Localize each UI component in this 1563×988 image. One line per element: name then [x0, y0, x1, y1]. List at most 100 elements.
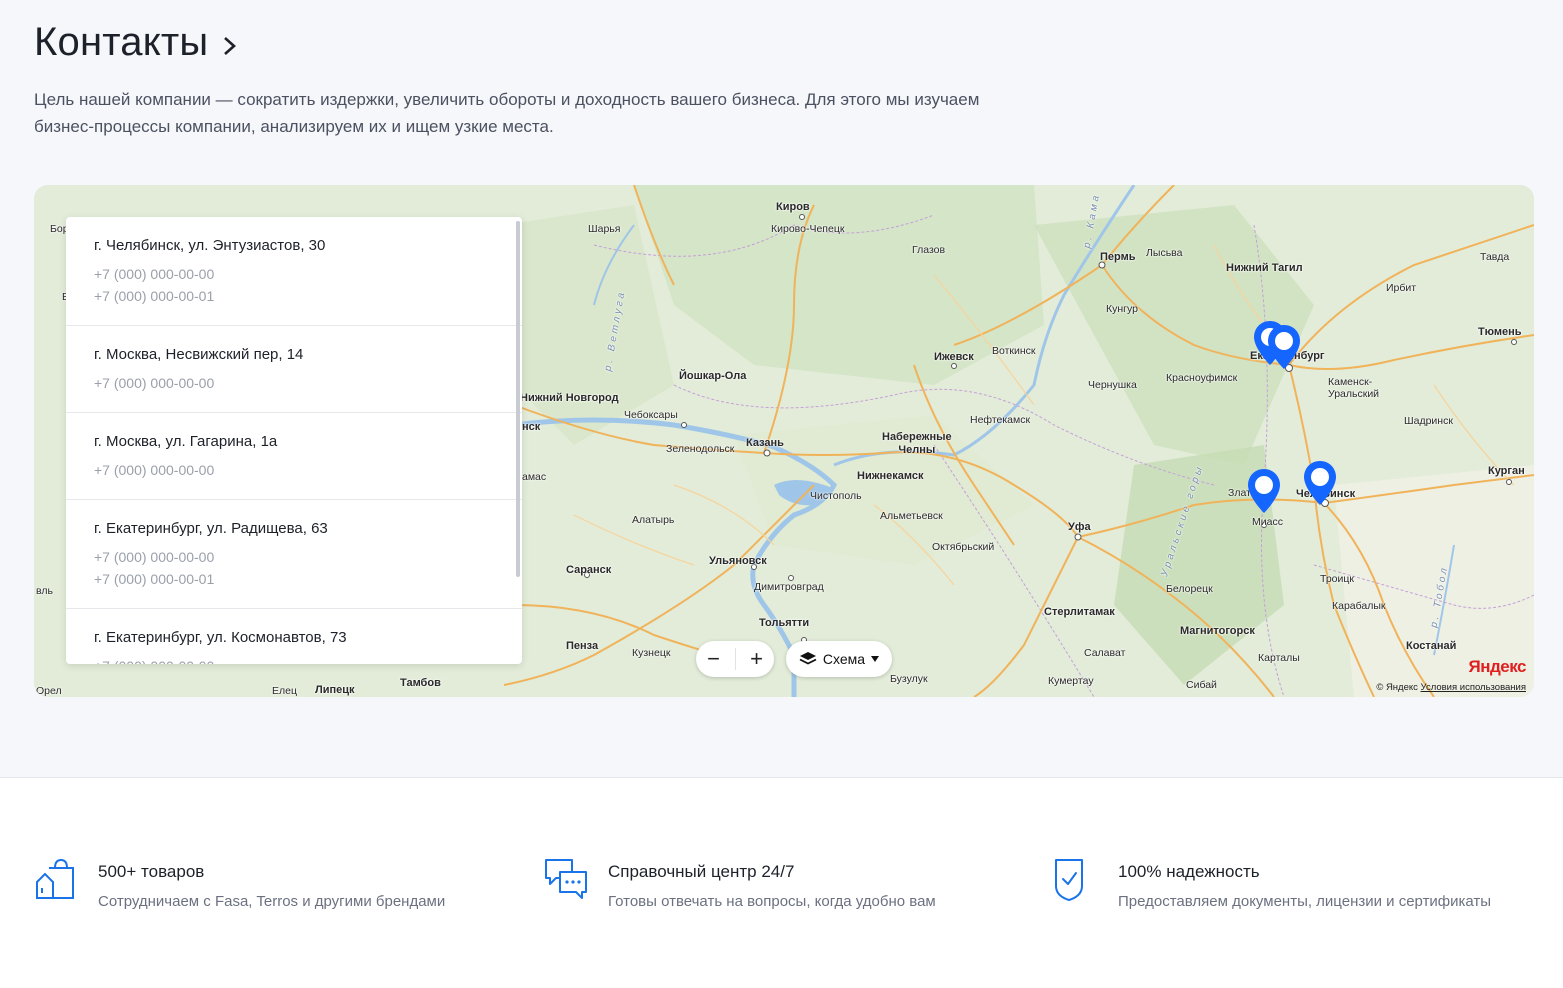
- office-phone[interactable]: +7 (000) 000-00-00: [94, 546, 494, 568]
- map-label-perm: Пермь: [1100, 251, 1136, 263]
- map-label-yoshkar-ola: Йошкар-Ола: [679, 370, 747, 382]
- map-label-chistopol: Чистополь: [810, 490, 862, 502]
- map-label-magnitogorsk: Магнитогорск: [1180, 625, 1255, 637]
- map-label-penza: Пенза: [566, 640, 599, 652]
- map-label-troitsk: Троицк: [1320, 573, 1354, 585]
- office-phone[interactable]: +7 (000) 000-00-00: [94, 372, 494, 394]
- office-item[interactable]: г. Челябинск, ул. Энтузиастов, 30 +7 (00…: [66, 217, 522, 326]
- map-label-elets: Елец: [272, 685, 297, 697]
- chevron-right-icon[interactable]: [222, 34, 238, 58]
- map-label-dimitrovgrad: Димитровград: [754, 581, 824, 593]
- map-label-lipetsk: Липецк: [315, 684, 355, 696]
- map-label-votkinsk: Воткинск: [992, 345, 1036, 357]
- map-label-kurgan: Курган: [1488, 465, 1525, 477]
- map-label-edge-or: Орел: [36, 685, 62, 697]
- map-label-oktyabrsky: Октябрьский: [932, 541, 995, 553]
- map-layer-label: Схема: [822, 651, 866, 667]
- chat-bubbles-icon: [545, 859, 587, 899]
- map-copyright: © Яндекс Условия использования: [1376, 682, 1526, 693]
- panel-scrollbar[interactable]: [516, 221, 520, 577]
- feature-reliability: 100% надежность Предоставляем документы,…: [1054, 858, 1491, 910]
- shield-check-icon: [1055, 859, 1083, 901]
- map-label-kungur: Кунгур: [1106, 303, 1138, 315]
- map-label-kirov: Киров: [776, 201, 810, 213]
- map-label-lysva: Лысьва: [1146, 247, 1183, 259]
- office-address: г. Екатеринбург, ул. Космонавтов, 73: [94, 629, 347, 646]
- office-phone[interactable]: +7 (000) 000-00-00: [94, 263, 494, 285]
- office-item[interactable]: г. Москва, ул. Гагарина, 1а +7 (000) 000…: [66, 413, 522, 500]
- map-pin-miass[interactable]: [1246, 467, 1282, 515]
- map-label-nizhnekamsk: Нижнекамск: [857, 470, 924, 482]
- layers-icon: [799, 652, 817, 665]
- map-label-tyumen: Тюмень: [1478, 326, 1522, 338]
- feature-desc: Предоставляем документы, лицензии и серт…: [1118, 893, 1492, 910]
- office-item[interactable]: г. Екатеринбург, ул. Радищева, 63 +7 (00…: [66, 500, 522, 609]
- office-address: г. Москва, ул. Гагарина, 1а: [94, 433, 278, 450]
- map-layer-button[interactable]: Схема: [786, 641, 892, 677]
- office-item[interactable]: г. Москва, Несвижский пер, 14 +7 (000) 0…: [66, 326, 522, 413]
- office-item[interactable]: г. Екатеринбург, ул. Космонавтов, 73 +7 …: [66, 609, 522, 664]
- map-label-nizhny-tagil: Нижний Тагил: [1226, 262, 1303, 274]
- map-label-shadrinsk: Шадринск: [1404, 415, 1453, 427]
- office-address: г. Челябинск, ул. Энтузиастов, 30: [94, 237, 326, 254]
- map-label-edge-amas: амас: [522, 471, 547, 483]
- map-terms-link[interactable]: Условия использования: [1421, 682, 1526, 693]
- office-address: г. Москва, Несвижский пер, 14: [94, 346, 304, 363]
- page-intro: Цель нашей компании — сократить издержки…: [34, 90, 980, 136]
- map-label-kamensk: Каменск- Уральский: [1328, 376, 1380, 400]
- office-phone[interactable]: +7 (000) 000-00-01: [94, 285, 494, 307]
- offices-panel[interactable]: г. Челябинск, ул. Энтузиастов, 30 +7 (00…: [66, 217, 522, 664]
- zoom-divider: [734, 648, 736, 670]
- map-label-ufa: Уфа: [1068, 521, 1091, 533]
- zoom-control[interactable]: − +: [696, 641, 774, 677]
- map[interactable]: Киров Кирово-Чепецк Шарья Глазов Пермь Л…: [34, 185, 1534, 697]
- map-label-kirovo-chepetsk: Кирово-Чепецк: [771, 223, 845, 235]
- map-label-almetyevsk: Альметьевск: [880, 510, 943, 522]
- map-label-n-novgorod: Нижний Новгород: [520, 392, 619, 404]
- zoom-in-button[interactable]: +: [743, 645, 771, 673]
- map-label-sterlitamak: Стерлитамак: [1044, 606, 1115, 618]
- map-label-buzuluk: Бузулук: [890, 673, 928, 685]
- map-label-beloretsk: Белорецк: [1166, 583, 1213, 595]
- map-label-alatyr: Алатырь: [632, 514, 675, 526]
- map-label-irbit: Ирбит: [1386, 282, 1417, 294]
- map-label-glazov: Глазов: [912, 244, 946, 256]
- map-pin-chelyabinsk[interactable]: [1302, 459, 1338, 507]
- map-label-karabalyk: Карабалык: [1332, 600, 1386, 612]
- map-label-tolyatti: Тольятти: [759, 617, 810, 629]
- map-label-salavat: Салават: [1084, 647, 1126, 659]
- office-phone[interactable]: +7 (000) 000-00-00: [94, 655, 494, 664]
- map-label-kostanay: Костанай: [1406, 640, 1457, 652]
- map-label-kazan: Казань: [746, 437, 784, 449]
- map-label-krasnoufimsk: Красноуфимск: [1166, 372, 1238, 384]
- yandex-logo[interactable]: Яндекс: [1469, 657, 1527, 677]
- caret-down-icon: [871, 656, 880, 662]
- office-phone[interactable]: +7 (000) 000-00-00: [94, 459, 494, 481]
- map-label-tambov: Тамбов: [400, 677, 441, 689]
- map-label-kumertau: Кумертау: [1048, 675, 1094, 687]
- features-bar: 500+ товаров Сотрудничаем с Fasa, Terros…: [0, 777, 1563, 988]
- office-address: г. Екатеринбург, ул. Радищева, 63: [94, 520, 328, 537]
- title-row[interactable]: Контакты: [34, 20, 238, 65]
- map-label-ulyanovsk: Ульяновск: [709, 555, 767, 567]
- zoom-out-button[interactable]: −: [700, 645, 728, 673]
- feature-title: Справочный центр 24/7: [608, 862, 795, 881]
- map-copyright-text: © Яндекс: [1376, 682, 1418, 693]
- feature-title: 100% надежность: [1118, 862, 1260, 881]
- map-label-sibay: Сибай: [1186, 679, 1217, 691]
- feature-title: 500+ товаров: [98, 862, 205, 881]
- map-label-chernushka: Чернушка: [1088, 379, 1137, 391]
- feature-support: Справочный центр 24/7 Готовы отвечать на…: [544, 858, 936, 910]
- map-label-kartaly: Карталы: [1258, 652, 1300, 664]
- map-label-miass: Миасс: [1252, 516, 1283, 528]
- feature-desc: Готовы отвечать на вопросы, когда удобно…: [608, 893, 936, 910]
- map-label-cheboksary: Чебоксары: [624, 409, 678, 421]
- shopping-bags-icon: [36, 858, 74, 899]
- map-label-edge-nsk: нск: [522, 421, 541, 433]
- map-label-edge-bl: вль: [36, 585, 53, 597]
- map-label-kuznetsk: Кузнецк: [632, 647, 671, 659]
- map-pin-ekaterinburg-2[interactable]: [1266, 323, 1302, 371]
- map-label-naberezhnye-chelny: Набережные Челны: [882, 431, 952, 456]
- office-phone[interactable]: +7 (000) 000-00-01: [94, 568, 494, 590]
- page-title: Контакты: [34, 20, 209, 64]
